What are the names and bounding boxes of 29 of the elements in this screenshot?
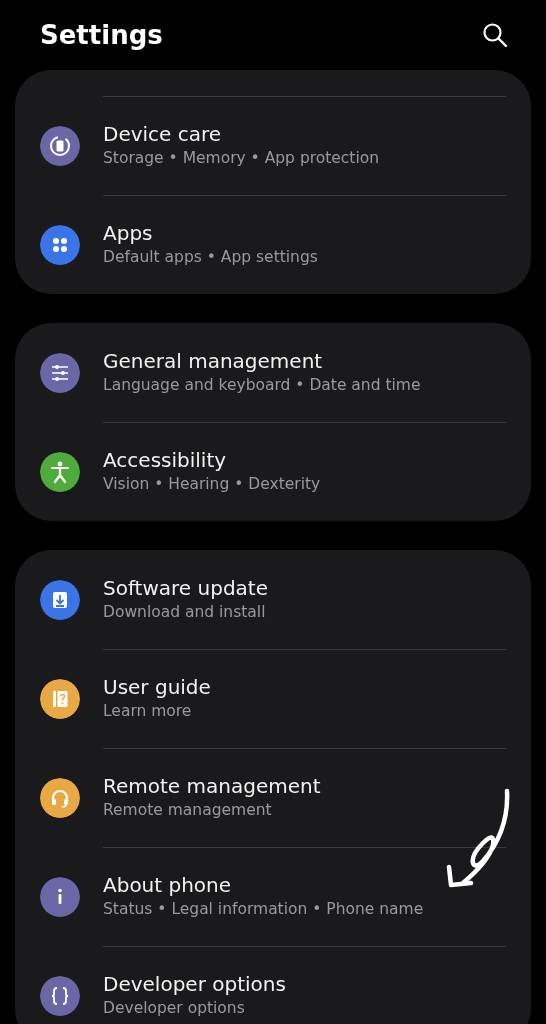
settings-item[interactable]: Accessibility Vision • Hearing • Dexterity — [15, 422, 531, 521]
item-title: Device care — [103, 121, 223, 148]
settings-item[interactable]: Developer options Developer options — [15, 946, 531, 1024]
item-subtitle: Learn more — [103, 701, 193, 723]
item-title: User guide — [103, 674, 212, 701]
settings-item[interactable]: General management Language and keyboard • Date and time — [15, 323, 531, 422]
settings-item[interactable]: Remote management Remote management — [15, 748, 531, 847]
settings-item[interactable]: User guide Learn more — [15, 649, 531, 748]
settings-item[interactable]: About phone Status • Legal information • Phone name — [15, 847, 531, 946]
item-subtitle: Remote management — [103, 800, 273, 822]
item-subtitle: Developer options — [103, 998, 246, 1020]
item-subtitle: Storage • Memory • App protection — [103, 148, 381, 170]
item-title: About phone — [103, 872, 233, 899]
item-title: Accessibility — [103, 447, 228, 474]
item-title: General management — [103, 347, 324, 374]
settings-item[interactable]: Apps Default apps • App settings — [15, 195, 531, 294]
item-subtitle: Status • Legal information • Phone name — [103, 899, 425, 921]
item-subtitle: Download and install — [103, 601, 267, 623]
item-subtitle: Default apps • App settings — [103, 247, 319, 269]
search-icon[interactable] — [482, 22, 508, 48]
settings-item[interactable]: Device care Storage • Memory • App protection — [15, 96, 531, 195]
item-subtitle: Language and keyboard • Date and time — [103, 374, 422, 396]
page-title: Settings — [40, 18, 163, 52]
item-title: Remote management — [103, 773, 322, 800]
item-subtitle: Vision • Hearing • Dexterity — [103, 474, 322, 496]
item-title: Apps — [103, 220, 154, 247]
item-title: Software update — [103, 574, 269, 601]
item-title: Developer options — [103, 971, 287, 998]
settings-item[interactable]: Software update Download and install — [15, 550, 531, 649]
